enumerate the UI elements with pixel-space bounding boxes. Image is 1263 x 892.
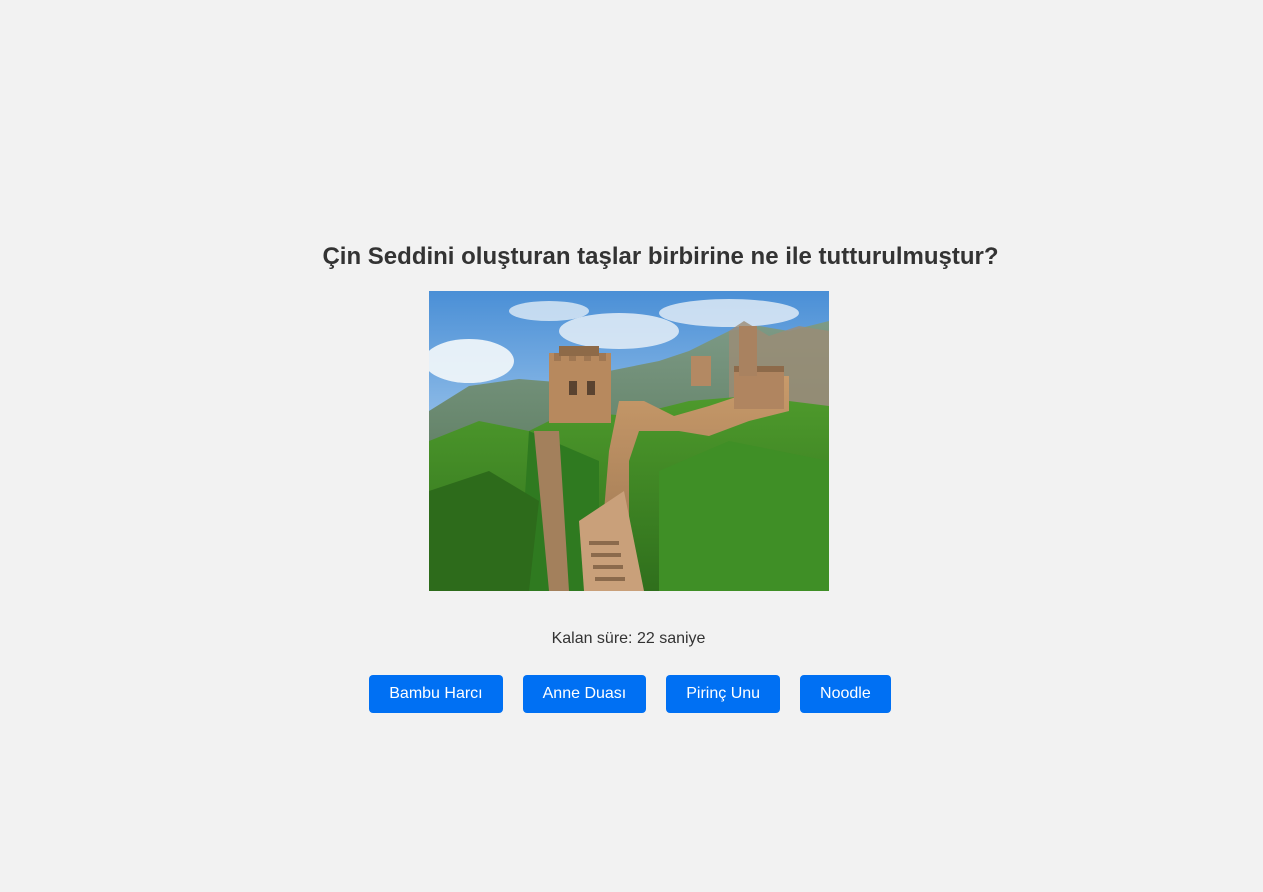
option-button-1[interactable]: Bambu Harcı	[369, 675, 503, 713]
option-button-4[interactable]: Noodle	[800, 675, 891, 713]
option-button-2[interactable]: Anne Duası	[522, 675, 647, 713]
timer-text: Kalan süre: 22 saniye	[551, 630, 706, 647]
great-wall-image	[428, 291, 829, 591]
option-button-3[interactable]: Pirinç Unu	[666, 675, 781, 713]
question-heading: Çin Seddini oluşturan taşlar birbirine n…	[322, 243, 999, 270]
answer-options: Bambu Harcı Anne Duası Pirinç Unu Noodle	[369, 675, 891, 713]
quiz-container: Çin Seddini oluşturan taşlar birbirine n…	[0, 240, 1263, 713]
